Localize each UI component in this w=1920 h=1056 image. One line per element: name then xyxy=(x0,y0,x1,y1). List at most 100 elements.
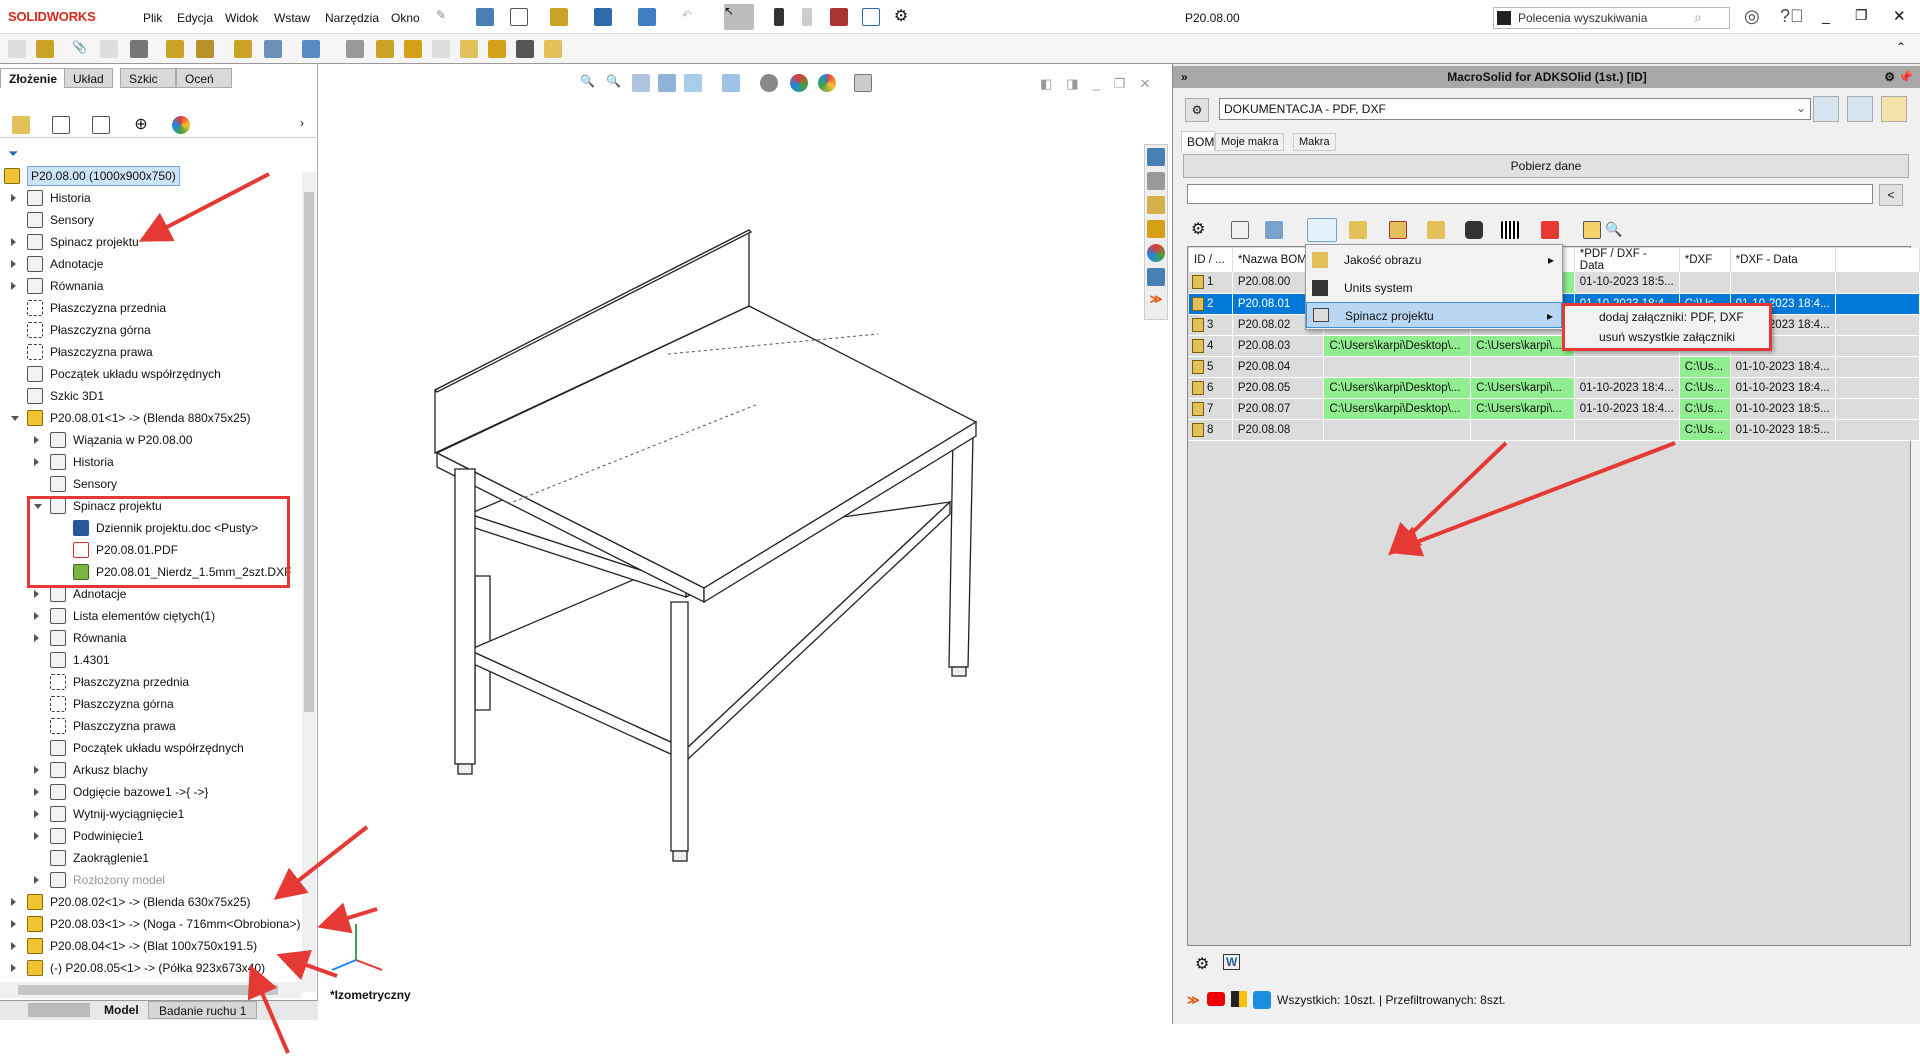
bom-cell-name[interactable]: P20.08.08 xyxy=(1232,419,1325,441)
bom-cell-dxfdate[interactable]: 01-10-2023 18:4... xyxy=(1730,377,1836,399)
bom-cell-dxfdate[interactable]: 01-10-2023 18:5... xyxy=(1730,398,1836,420)
columns-icon[interactable] xyxy=(1231,221,1249,239)
bom-cell-dxfdate[interactable] xyxy=(1730,272,1836,294)
tree-item[interactable]: 1.4301 xyxy=(0,649,300,671)
tree-item[interactable]: Zaokrąglenie1 xyxy=(0,847,300,869)
bom-cell-pdfdate[interactable] xyxy=(1574,419,1680,441)
feature-manager-icon[interactable] xyxy=(12,116,30,134)
rebuild-icon[interactable] xyxy=(774,8,784,26)
instant3d-icon[interactable] xyxy=(460,40,478,58)
chevron-right-icon[interactable]: › xyxy=(300,116,304,130)
tab-moje-makra[interactable]: Moje makra xyxy=(1215,133,1285,151)
tree-item[interactable]: Początek układu współrzędnych xyxy=(0,363,300,385)
select-icon[interactable]: ↖ xyxy=(724,4,754,30)
undo-icon[interactable]: ↶ xyxy=(682,8,700,26)
col-dxf-date[interactable]: *DXF - Data xyxy=(1730,248,1836,272)
open-external-icon[interactable] xyxy=(1583,221,1601,239)
bom-cell-id[interactable]: 8 xyxy=(1189,419,1233,441)
bom-cell-dxf[interactable] xyxy=(1679,272,1731,294)
minimize-icon[interactable]: _ xyxy=(1822,8,1830,24)
menu-item-project-binder[interactable]: Spinacz projektu ▸ xyxy=(1306,302,1562,328)
move-component-icon[interactable] xyxy=(196,40,214,58)
file-properties-icon[interactable] xyxy=(862,8,880,26)
bom-cell-name[interactable]: P20.08.05 xyxy=(1232,377,1325,399)
command-search[interactable]: Polecenia wyszukiwania ⌕ xyxy=(1493,7,1730,29)
snapshot-icon[interactable] xyxy=(516,40,534,58)
tab-bom[interactable]: BOM xyxy=(1181,131,1215,151)
bom-cell-id[interactable]: 4 xyxy=(1189,335,1233,357)
options-gear-icon[interactable]: ⚙ xyxy=(892,8,910,26)
bom-cell-pdfdate[interactable] xyxy=(1574,356,1680,378)
bom-cell-name[interactable]: P20.08.04 xyxy=(1232,356,1325,378)
menu-plik[interactable]: Plik xyxy=(143,11,162,25)
tree-item[interactable]: Podwinięcie1 xyxy=(0,825,300,847)
menu-item-add-attachments[interactable]: dodaj załączniki: PDF, DXF xyxy=(1599,310,1744,324)
tree-horizontal-scrollbar[interactable] xyxy=(0,982,302,998)
property-manager-icon[interactable] xyxy=(52,116,70,134)
bom-cell-c3[interactable]: C:\Users\karpi\Desktop\... xyxy=(1323,335,1472,357)
expand-arrow-icon[interactable] xyxy=(34,590,39,598)
tree-item[interactable]: Równania xyxy=(0,275,300,297)
col-pdf-date[interactable]: *PDF / DXF - Data xyxy=(1574,248,1680,272)
tree-item[interactable]: Odgięcie bazowe1 ->{ ->} xyxy=(0,781,300,803)
bom-cell-pdfdate[interactable]: 01-10-2023 18:5... xyxy=(1574,272,1680,294)
bom-cell-c4[interactable]: C:\Users\karpi\... xyxy=(1470,377,1575,399)
menu-item-units-system[interactable]: Units system xyxy=(1306,275,1562,301)
tab-zlozenie[interactable]: Złożenie xyxy=(0,68,67,88)
expand-arrow-icon[interactable] xyxy=(11,964,16,972)
bom-cell-c4[interactable]: C:\Users\karpi\... xyxy=(1470,398,1575,420)
tree-item[interactable]: Sensory xyxy=(0,473,300,495)
menu-narzedzia[interactable]: Narzędzia xyxy=(325,11,379,25)
open-icon[interactable] xyxy=(550,8,568,26)
search-icon[interactable]: ⌕ xyxy=(1694,9,1702,26)
tree-item[interactable]: Sensory xyxy=(0,209,300,231)
manual-book-icon[interactable] xyxy=(1231,991,1247,1007)
tree-item[interactable]: Historia xyxy=(0,187,300,209)
profile-select[interactable]: DOKUMENTACJA - PDF, DXF ⌄ xyxy=(1219,98,1811,120)
table-3d-model[interactable] xyxy=(318,64,1170,1004)
bom-settings-icon[interactable]: ⚙ xyxy=(1191,221,1209,239)
filter-icon[interactable]: ⏷ xyxy=(8,146,18,162)
insert-component-icon[interactable] xyxy=(36,40,54,58)
bom-cell-c4[interactable] xyxy=(1470,356,1575,378)
fetch-data-button[interactable]: Pobierz dane xyxy=(1183,154,1909,178)
panel-pin-icon[interactable]: 📌 xyxy=(1898,66,1913,88)
rebuild-all-icon[interactable] xyxy=(802,8,812,26)
tree-item[interactable]: P20.08.01<1> -> (Blenda 880x75x25) xyxy=(0,407,300,429)
tree-item[interactable]: Początek układu współrzędnych xyxy=(0,737,300,759)
dimxpert-icon[interactable]: ⊕ xyxy=(132,116,150,134)
bom-cell-c3[interactable]: C:\Users\karpi\Desktop\... xyxy=(1323,377,1472,399)
print-icon[interactable] xyxy=(638,8,656,26)
tab-ocen[interactable]: Oceń xyxy=(176,68,232,88)
export-button-2[interactable] xyxy=(1847,96,1873,122)
expand-arrow-icon[interactable] xyxy=(11,920,16,928)
filter-clear-button[interactable]: < xyxy=(1879,184,1903,206)
large-assembly-icon[interactable] xyxy=(544,40,562,58)
expand-arrow-icon[interactable] xyxy=(34,612,39,620)
tree-vertical-scrollbar[interactable] xyxy=(302,172,316,992)
bom-cell-c3[interactable] xyxy=(1323,356,1472,378)
bom-row[interactable]: 5 P20.08.04 C:\Us... 01-10-2023 18:4... xyxy=(1189,356,1920,378)
bom-cell-dxfdate[interactable]: 01-10-2023 18:5... xyxy=(1730,419,1836,441)
bom-filter-input[interactable] xyxy=(1187,184,1873,204)
youtube-icon[interactable] xyxy=(1207,992,1225,1006)
expand-arrow-icon[interactable] xyxy=(34,436,39,444)
tree-item[interactable]: P20.08.00 (1000x900x750) xyxy=(0,165,300,187)
restore-icon[interactable]: ❐ xyxy=(1855,7,1868,24)
bottom-settings-icon[interactable]: ⚙ xyxy=(1195,954,1209,974)
drawings-icon[interactable] xyxy=(1427,221,1445,239)
expand-arrow-icon[interactable] xyxy=(34,788,39,796)
bom-cell-id[interactable]: 5 xyxy=(1189,356,1233,378)
new-document-icon[interactable] xyxy=(510,8,528,26)
bom-row[interactable]: 4 P20.08.03 C:\Users\karpi\Desktop\... C:\U… xyxy=(1189,335,1920,357)
menu-wstaw[interactable]: Wstaw xyxy=(274,11,310,25)
profile-settings-button[interactable]: ⚙ xyxy=(1185,98,1209,122)
tab-model[interactable]: Model xyxy=(104,1003,139,1017)
col-dxf[interactable]: *DXF xyxy=(1679,248,1731,272)
export-button-3[interactable] xyxy=(1881,96,1907,122)
menu-okno[interactable]: Okno xyxy=(391,11,420,25)
tree-item[interactable]: (-) P20.08.05<1> -> (Półka 923x673x40) xyxy=(0,957,300,979)
tree-item[interactable]: Płaszczyzna przednia xyxy=(0,671,300,693)
menu-widok[interactable]: Widok xyxy=(225,11,258,25)
bom-cell-dxf[interactable]: C:\Us... xyxy=(1679,419,1731,441)
